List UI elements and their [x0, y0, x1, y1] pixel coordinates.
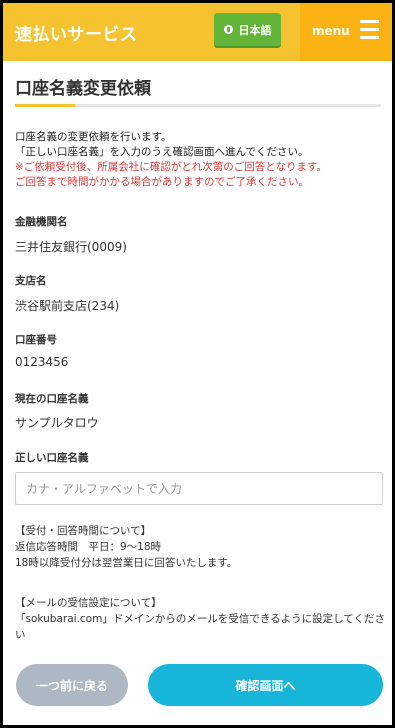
correct-name-label: 正しい口座名義: [15, 452, 89, 464]
reception-heading: 【受付・回答時間について】: [15, 525, 152, 537]
bank-label: 金融機関名: [15, 216, 68, 228]
hamburger-icon: [360, 20, 379, 40]
title-underline-accent: [15, 104, 75, 107]
branch-label: 支店名: [15, 275, 47, 287]
intro-line-1: 口座名義の変更依頼を行います。: [15, 131, 172, 143]
mail-line-2: い: [15, 629, 26, 641]
bank-value: 三井住友銀行(0009): [15, 240, 127, 254]
header-bar: 速払いサービス 日本語 menu: [3, 3, 392, 61]
brand-logo[interactable]: 速払いサービス: [15, 20, 138, 45]
account-number-value: 0123456: [15, 355, 69, 369]
globe-icon: [223, 25, 233, 34]
confirm-button[interactable]: 確認画面へ: [148, 664, 383, 706]
app-frame: 速払いサービス 日本語 menu 口座名義変更依頼 口座名義の変更依頼を行います…: [0, 0, 395, 728]
mail-line-1: 「sokubarai.com」ドメインからのメールを受信できるように設定してくだ…: [15, 613, 385, 625]
branch-value: 渋谷駅前支店(234): [15, 299, 120, 313]
intro-line-2: 「正しい口座名義」を入力のうえ確認画面へ進んでください。: [15, 146, 309, 158]
reception-info: 【受付・回答時間について】 返信応答時間 平日：9〜18時 18時以降受付分は翌…: [15, 523, 237, 571]
account-number-label: 口座番号: [15, 334, 57, 346]
mail-heading: 【メールの受信設定について】: [15, 597, 162, 609]
back-button[interactable]: 一つ前に戻る: [16, 664, 128, 706]
language-button-label: 日本語: [238, 23, 272, 37]
correct-name-input[interactable]: [15, 472, 383, 505]
reception-line-1: 返信応答時間 平日：9〜18時: [15, 541, 162, 553]
notice-line-1: ※ご依頼受付後、所属会社に確認がとれ次第のご回答となります。: [15, 161, 327, 173]
current-name-value: サンプルタロウ: [15, 416, 99, 430]
current-name-label: 現在の口座名義: [15, 393, 89, 405]
reception-line-2: 18時以降受付分は翌営業日に回答いたします。: [15, 557, 238, 569]
menu-button[interactable]: menu: [300, 3, 392, 61]
menu-label: menu: [312, 24, 350, 38]
language-button[interactable]: 日本語: [214, 13, 281, 46]
title-underline: [15, 104, 381, 107]
notice-line-2: ご回答まで時間がかかる場合がありますのでご了承ください。: [15, 176, 309, 188]
page-title: 口座名義変更依頼: [15, 79, 151, 99]
intro-text: 口座名義の変更依頼を行います。 「正しい口座名義」を入力のうえ確認画面へ進んでく…: [15, 130, 327, 190]
mail-info: 【メールの受信設定について】 「sokubarai.com」ドメインからのメール…: [15, 595, 385, 643]
